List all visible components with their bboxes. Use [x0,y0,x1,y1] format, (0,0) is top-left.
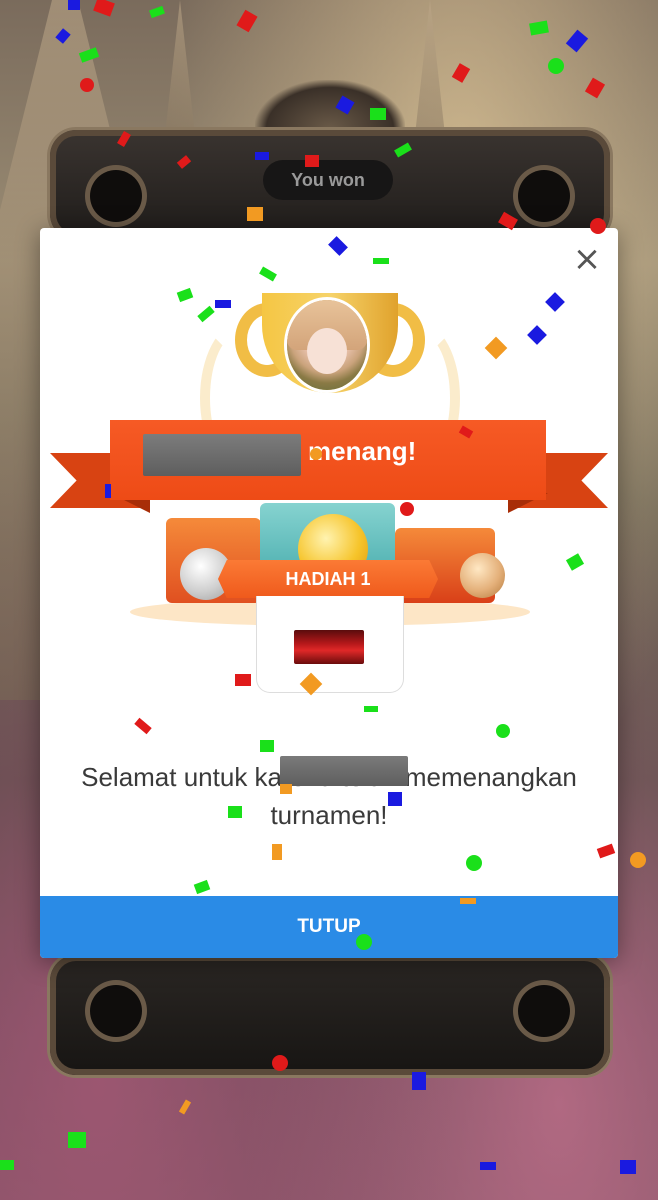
confetti-piece [68,1132,86,1148]
confetti-piece [548,58,564,74]
confetti-piece [149,5,165,19]
coin-icon [460,553,505,598]
winner-banner-text: menang! [308,436,417,466]
avatar-face [307,328,347,374]
prize-card [256,596,404,693]
redacted-name [143,434,301,476]
frame-socket [90,985,142,1037]
confetti-piece [565,29,589,53]
confetti-piece [236,9,258,33]
game-frame-bottom [50,955,610,1075]
confetti-piece [0,1160,14,1170]
prize-image [294,630,364,664]
close-icon[interactable]: × [570,242,604,276]
frame-socket [518,170,570,222]
you-won-label: You won [263,160,393,200]
confetti-piece [529,20,549,36]
confetti-piece [93,0,115,17]
frame-socket [90,170,142,222]
prize-label: HADIAH 1 [218,560,438,598]
confetti-piece [178,1099,192,1115]
redacted-name [280,756,408,786]
winner-dialog: × menang! HADIAH 1 Selamat untuk karena … [40,228,618,958]
confetti-piece [584,77,606,99]
frame-socket [518,985,570,1037]
confetti-piece [451,63,471,83]
close-button[interactable]: TUTUP [40,896,618,958]
confetti-piece [620,1160,636,1174]
winner-banner: menang! [110,420,546,500]
winner-avatar [287,300,367,390]
confetti-piece [480,1162,496,1170]
confetti-piece [630,852,646,868]
